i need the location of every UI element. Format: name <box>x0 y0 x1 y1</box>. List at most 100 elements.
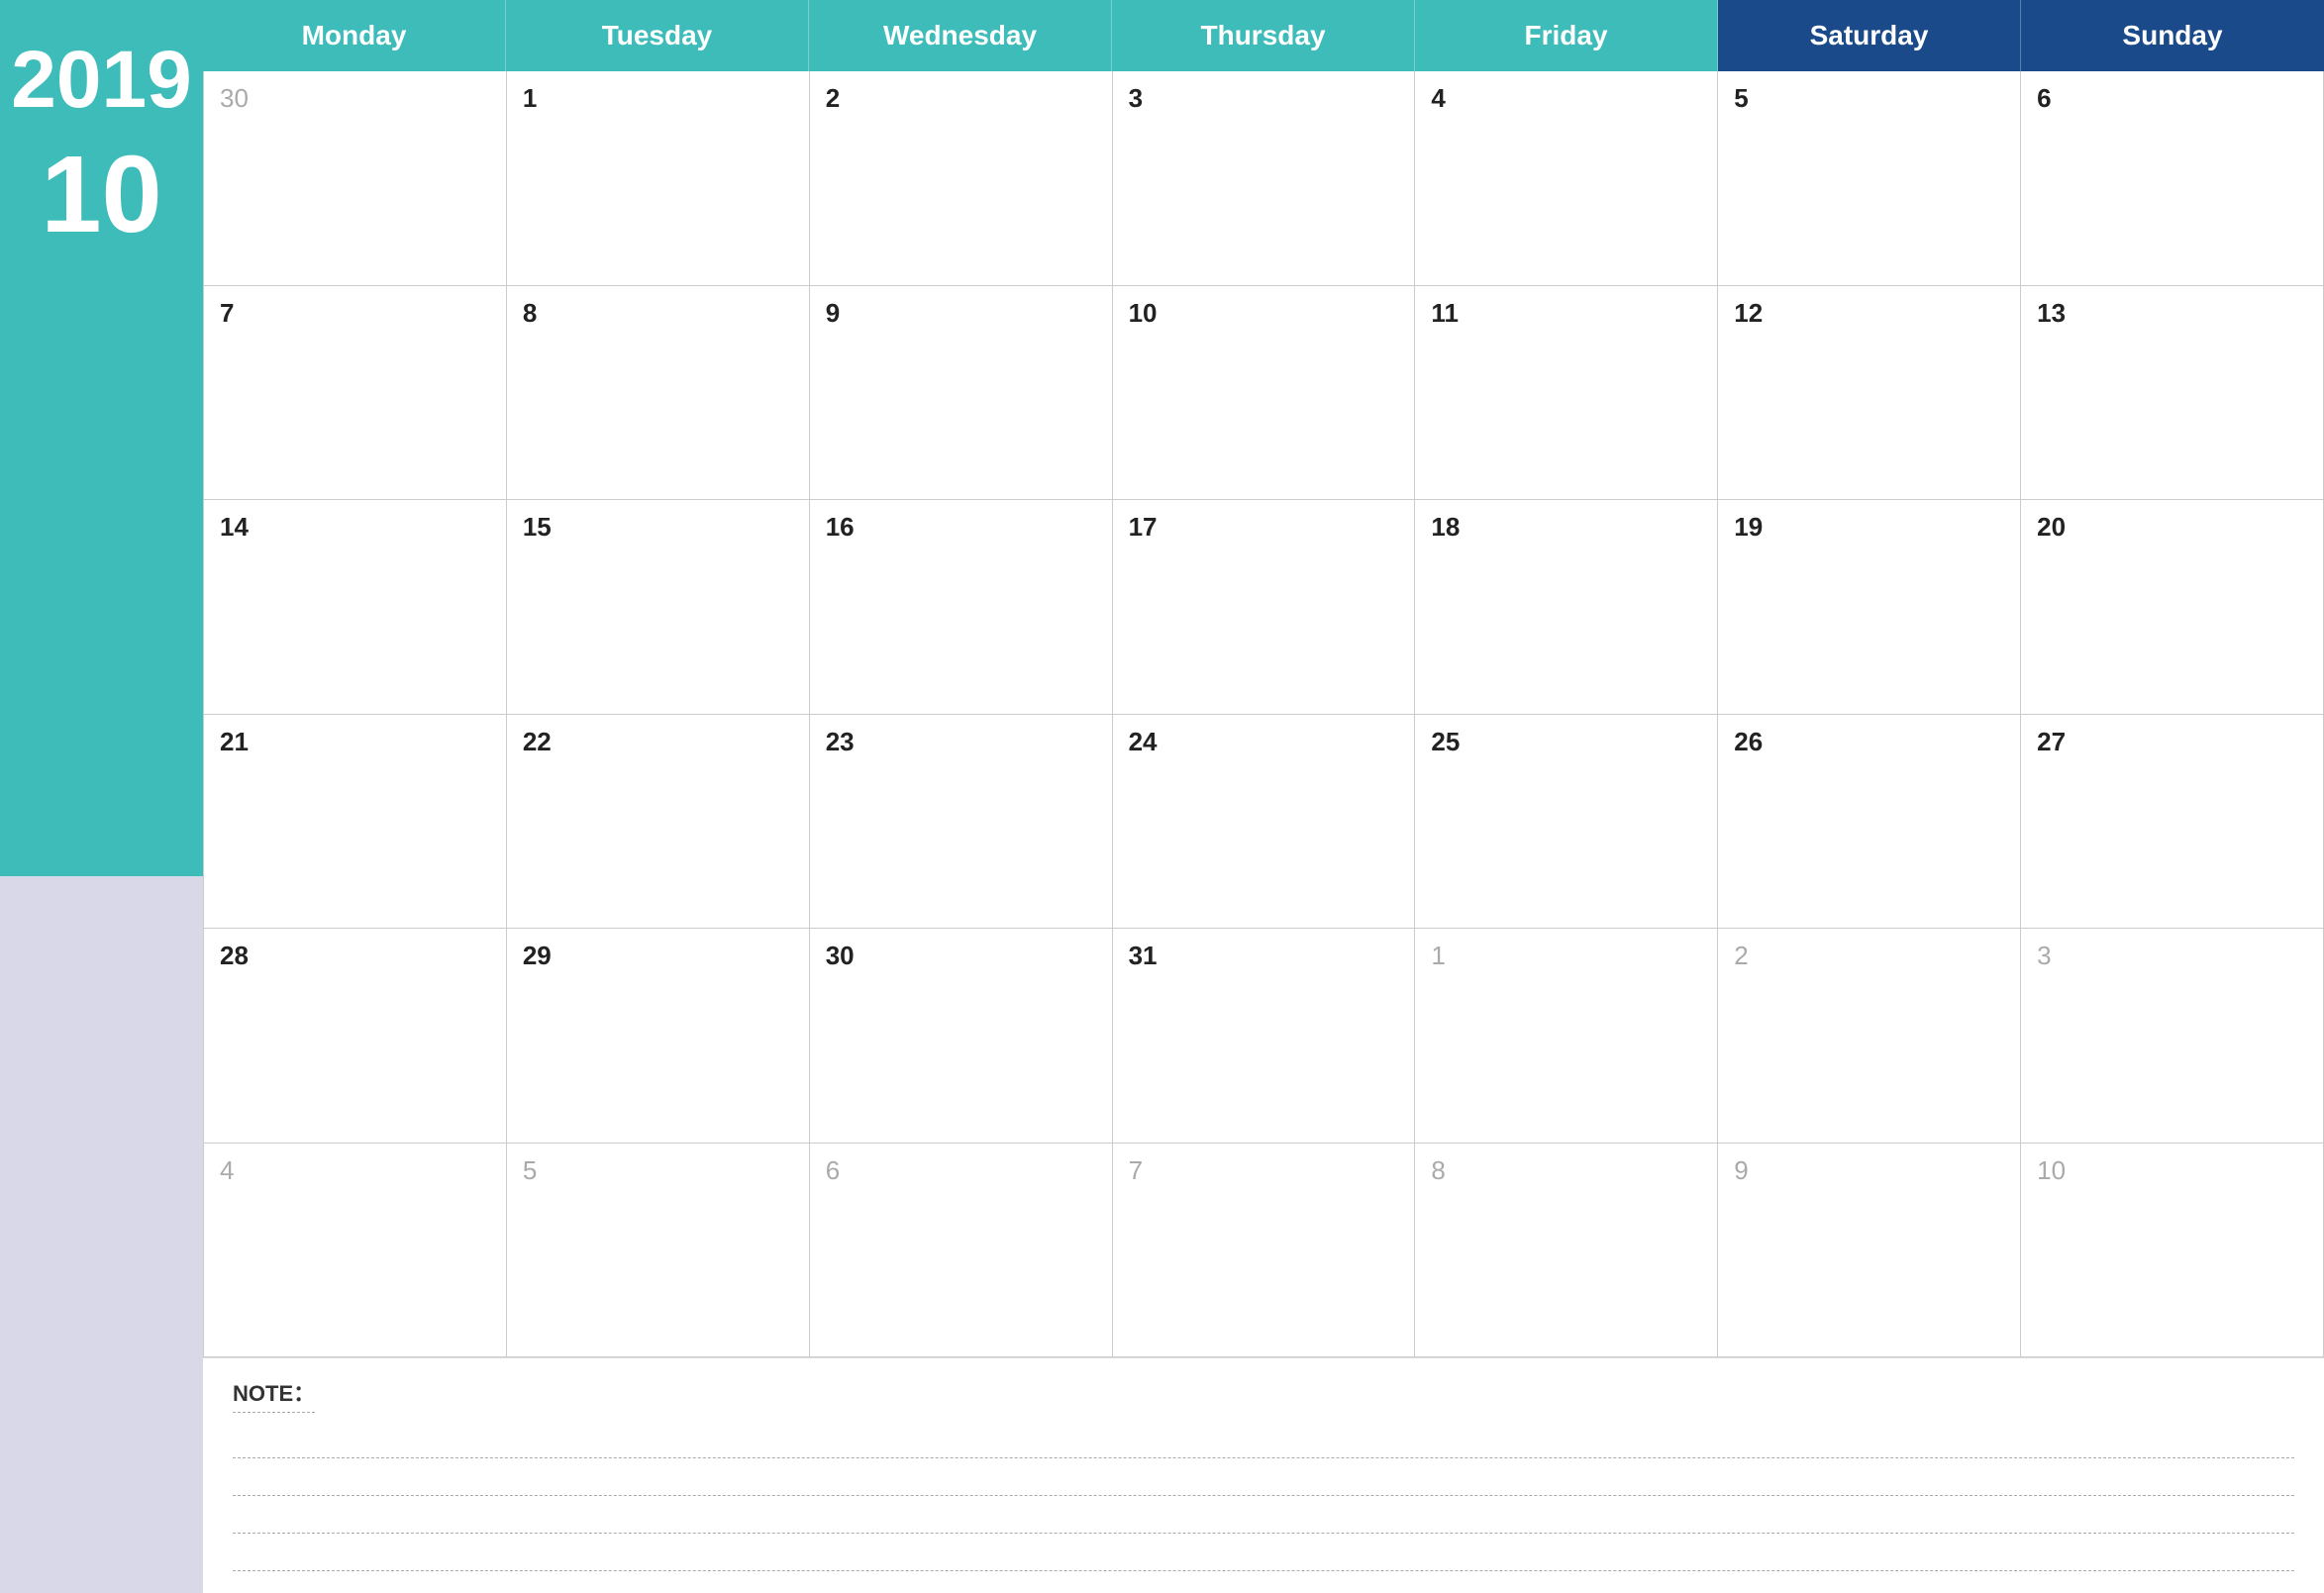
notes-line-4 <box>233 1536 2294 1571</box>
day-num: 4 <box>220 1155 234 1185</box>
day-num: 21 <box>220 727 249 756</box>
notes-section: NOTE： <box>203 1357 2324 1593</box>
day-cell[interactable]: 18 <box>1415 500 1718 715</box>
day-num: 6 <box>826 1155 840 1185</box>
day-cell[interactable]: 30 <box>810 929 1113 1144</box>
day-num: 5 <box>1734 83 1748 113</box>
day-cell[interactable]: 1 <box>507 71 810 286</box>
calendar-header: Monday Tuesday Wednesday Thursday Friday… <box>203 0 2324 71</box>
sidebar: 2019 10 October <box>0 0 203 1593</box>
day-num: 28 <box>220 941 249 970</box>
day-num: 1 <box>1431 941 1445 970</box>
day-cell[interactable]: 6 <box>810 1144 1113 1358</box>
day-cell[interactable]: 8 <box>507 286 810 501</box>
day-num: 29 <box>523 941 552 970</box>
day-cell[interactable]: 20 <box>2021 500 2324 715</box>
day-cell[interactable]: 25 <box>1415 715 1718 930</box>
day-num: 18 <box>1431 512 1460 542</box>
day-cell[interactable]: 9 <box>810 286 1113 501</box>
day-cell[interactable]: 5 <box>507 1144 810 1358</box>
header-friday: Friday <box>1415 0 1718 71</box>
day-cell[interactable]: 26 <box>1718 715 2021 930</box>
day-cell[interactable]: 4 <box>1415 71 1718 286</box>
day-num: 6 <box>2037 83 2051 113</box>
header-saturday: Saturday <box>1718 0 2021 71</box>
sidebar-month-name: October <box>0 309 223 382</box>
day-num: 16 <box>826 512 855 542</box>
day-cell[interactable]: 2 <box>810 71 1113 286</box>
day-num: 23 <box>826 727 855 756</box>
day-num: 3 <box>1129 83 1143 113</box>
day-cell[interactable]: 6 <box>2021 71 2324 286</box>
notes-line-1 <box>233 1423 2294 1458</box>
day-num: 8 <box>1431 1155 1445 1185</box>
day-cell[interactable]: 8 <box>1415 1144 1718 1358</box>
notes-line-2 <box>233 1460 2294 1496</box>
calendar-grid: 3012345678910111213141516171819202122232… <box>203 71 2324 1357</box>
day-num: 27 <box>2037 727 2066 756</box>
day-cell[interactable]: 7 <box>204 286 507 501</box>
sidebar-year: 2019 <box>11 40 191 121</box>
day-num: 15 <box>523 512 552 542</box>
day-num: 30 <box>826 941 855 970</box>
day-num: 12 <box>1734 298 1763 328</box>
header-thursday: Thursday <box>1112 0 1415 71</box>
day-cell[interactable]: 24 <box>1113 715 1416 930</box>
day-cell[interactable]: 12 <box>1718 286 2021 501</box>
day-cell[interactable]: 31 <box>1113 929 1416 1144</box>
day-cell[interactable]: 21 <box>204 715 507 930</box>
day-num: 8 <box>523 298 537 328</box>
day-cell[interactable]: 3 <box>1113 71 1416 286</box>
header-monday: Monday <box>203 0 506 71</box>
day-cell[interactable]: 13 <box>2021 286 2324 501</box>
day-num: 31 <box>1129 941 1158 970</box>
day-cell[interactable]: 16 <box>810 500 1113 715</box>
day-cell[interactable]: 17 <box>1113 500 1416 715</box>
day-num: 30 <box>220 83 249 113</box>
day-num: 22 <box>523 727 552 756</box>
day-cell[interactable]: 10 <box>2021 1144 2324 1358</box>
notes-line-3 <box>233 1498 2294 1534</box>
header-sunday: Sunday <box>2021 0 2324 71</box>
day-num: 3 <box>2037 941 2051 970</box>
calendar-wrapper: 2019 10 October Monday Tuesday Wednesday… <box>0 0 2324 1593</box>
day-num: 9 <box>1734 1155 1748 1185</box>
day-cell[interactable]: 29 <box>507 929 810 1144</box>
day-num: 26 <box>1734 727 1763 756</box>
day-num: 24 <box>1129 727 1158 756</box>
day-cell[interactable]: 4 <box>204 1144 507 1358</box>
day-cell[interactable]: 22 <box>507 715 810 930</box>
notes-label: NOTE： <box>233 1376 315 1413</box>
header-wednesday: Wednesday <box>809 0 1112 71</box>
day-num: 10 <box>1129 298 1158 328</box>
day-num: 7 <box>220 298 234 328</box>
sidebar-month-num: 10 <box>41 141 161 249</box>
day-num: 7 <box>1129 1155 1143 1185</box>
day-num: 20 <box>2037 512 2066 542</box>
day-num: 11 <box>1431 298 1459 328</box>
day-cell[interactable]: 15 <box>507 500 810 715</box>
day-cell[interactable]: 7 <box>1113 1144 1416 1358</box>
day-cell[interactable]: 28 <box>204 929 507 1144</box>
day-cell[interactable]: 30 <box>204 71 507 286</box>
day-cell[interactable]: 3 <box>2021 929 2324 1144</box>
day-cell[interactable]: 11 <box>1415 286 1718 501</box>
day-num: 5 <box>523 1155 537 1185</box>
day-num: 9 <box>826 298 840 328</box>
day-num: 14 <box>220 512 249 542</box>
day-cell[interactable]: 14 <box>204 500 507 715</box>
day-cell[interactable]: 9 <box>1718 1144 2021 1358</box>
day-num: 19 <box>1734 512 1763 542</box>
main-calendar: Monday Tuesday Wednesday Thursday Friday… <box>203 0 2324 1593</box>
day-cell[interactable]: 1 <box>1415 929 1718 1144</box>
day-cell[interactable]: 5 <box>1718 71 2021 286</box>
day-num: 4 <box>1431 83 1445 113</box>
day-cell[interactable]: 19 <box>1718 500 2021 715</box>
day-num: 2 <box>1734 941 1748 970</box>
day-num: 10 <box>2037 1155 2066 1185</box>
day-num: 1 <box>523 83 537 113</box>
day-cell[interactable]: 2 <box>1718 929 2021 1144</box>
day-cell[interactable]: 23 <box>810 715 1113 930</box>
day-cell[interactable]: 27 <box>2021 715 2324 930</box>
day-cell[interactable]: 10 <box>1113 286 1416 501</box>
